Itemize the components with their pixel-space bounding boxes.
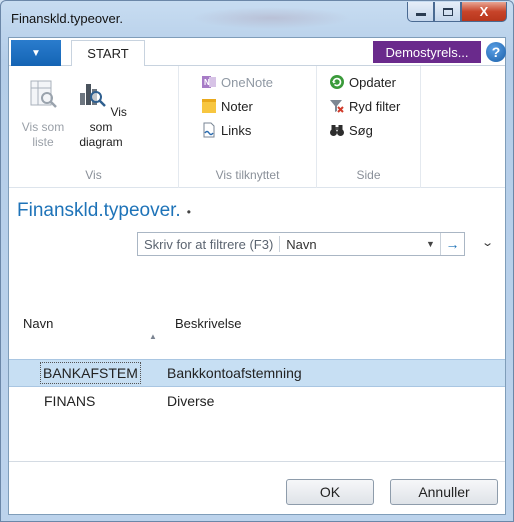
ribbon: Vis som liste Vis som diagram Vis N OneN… <box>9 66 505 188</box>
cell-navn[interactable]: FINANS <box>44 393 95 409</box>
dropdown-arrow-icon: ▼ <box>31 47 41 59</box>
column-header-navn[interactable]: Navn <box>23 316 53 331</box>
minimize-button[interactable] <box>407 2 434 22</box>
svg-text:N: N <box>204 78 210 87</box>
cell-beskrivelse[interactable]: Bankkontoafstemning <box>167 365 302 381</box>
opdater-label: Opdater <box>349 74 396 90</box>
table-row[interactable]: FINANS Diverse <box>9 387 505 415</box>
filter-bar: Skriv for at filtrere (F3) Navn ▼ → <box>137 232 465 256</box>
vis-som-liste-label: Vis som liste <box>21 120 65 149</box>
arrow-right-icon[interactable]: → <box>440 233 464 255</box>
close-icon: X <box>479 4 489 19</box>
ribbon-tab-bar: ▼ START Demostyrels... ? <box>9 38 506 67</box>
links-label: Links <box>221 122 252 138</box>
chart-view-icon <box>80 84 106 107</box>
refresh-icon <box>330 75 344 89</box>
ryd-filter-button[interactable]: Ryd filter <box>329 96 400 116</box>
links-button[interactable]: Links <box>201 120 251 140</box>
window-controls: X <box>407 2 507 22</box>
vis-som-diagram-label: Vis som diagram <box>79 105 127 149</box>
ribbon-group-side: Opdater Ryd filter Søg Side <box>317 66 421 188</box>
list-header: Navn ▲ Beskrivelse <box>9 264 505 341</box>
ryd-filter-label: Ryd filter <box>349 98 401 114</box>
minimize-icon <box>415 13 426 16</box>
noter-button[interactable]: Noter <box>201 96 253 116</box>
ok-button[interactable]: OK <box>286 479 374 505</box>
close-button[interactable]: X <box>461 2 507 22</box>
link-icon <box>203 122 215 138</box>
ribbon-group-label-vis-tilknyttet: Vis tilknyttet <box>215 168 280 182</box>
onenote-icon: N <box>202 76 216 88</box>
ribbon-group-label-side: Side <box>356 168 381 182</box>
noter-label: Noter <box>221 98 253 114</box>
filter-field-select[interactable]: Navn <box>286 237 426 252</box>
vis-som-liste-button[interactable]: Vis som liste <box>19 78 67 150</box>
title-bar-glare <box>191 7 351 29</box>
table-row[interactable]: BANKAFSTEM Bankkontoafstemning <box>9 359 505 387</box>
onenote-label: OneNote <box>221 74 274 90</box>
ribbon-group-label-vis: Vis <box>85 168 102 182</box>
filter-separator <box>279 236 281 252</box>
page-title[interactable]: Finanskld.typeover. • <box>17 200 191 222</box>
cancel-button[interactable]: Annuller <box>390 479 498 505</box>
collapse-chevron-icon[interactable]: ⌄ <box>481 236 494 249</box>
maximize-icon <box>442 7 453 16</box>
column-header-beskrivelse[interactable]: Beskrivelse <box>175 316 241 331</box>
filter-input[interactable]: Skriv for at filtrere (F3) <box>138 237 273 252</box>
clear-filter-icon <box>330 100 344 113</box>
vis-som-diagram-button[interactable]: Vis som diagram <box>73 78 129 150</box>
help-icon[interactable]: ? <box>486 42 506 62</box>
cell-navn[interactable]: BANKAFSTEM <box>40 362 141 384</box>
sog-button[interactable]: Søg <box>329 120 373 140</box>
opdater-button[interactable]: Opdater <box>329 72 396 92</box>
sort-ascending-icon: ▲ <box>149 332 157 341</box>
ribbon-group-vis-tilknyttet: N OneNote Noter Links Vis tilknyttet <box>179 66 317 188</box>
tab-start[interactable]: START <box>71 40 145 67</box>
company-badge[interactable]: Demostyrels... <box>373 41 481 63</box>
maximize-button[interactable] <box>434 2 461 22</box>
list-view-icon <box>30 80 57 108</box>
dialog-client: ▼ START Demostyrels... ? Vis som liste V… <box>8 37 506 515</box>
cell-beskrivelse[interactable]: Diverse <box>167 393 214 409</box>
ribbon-menu-button[interactable]: ▼ <box>11 40 61 66</box>
onenote-button[interactable]: N OneNote <box>201 72 273 92</box>
binoculars-icon <box>330 125 344 136</box>
dialog-window: Finanskld.typeover. X ▼ START Demostyrel… <box>0 0 514 522</box>
window-title: Finanskld.typeover. <box>11 11 124 26</box>
chevron-down-icon[interactable]: ▼ <box>426 239 440 249</box>
page-title-text: Finanskld.typeover. <box>17 200 181 221</box>
note-icon <box>202 99 216 113</box>
title-bar[interactable]: Finanskld.typeover. X <box>1 1 513 37</box>
list-divider <box>9 461 505 462</box>
sog-label: Søg <box>349 122 373 138</box>
page-title-marker: • <box>186 205 191 219</box>
ribbon-group-vis: Vis som liste Vis som diagram Vis <box>9 66 179 188</box>
